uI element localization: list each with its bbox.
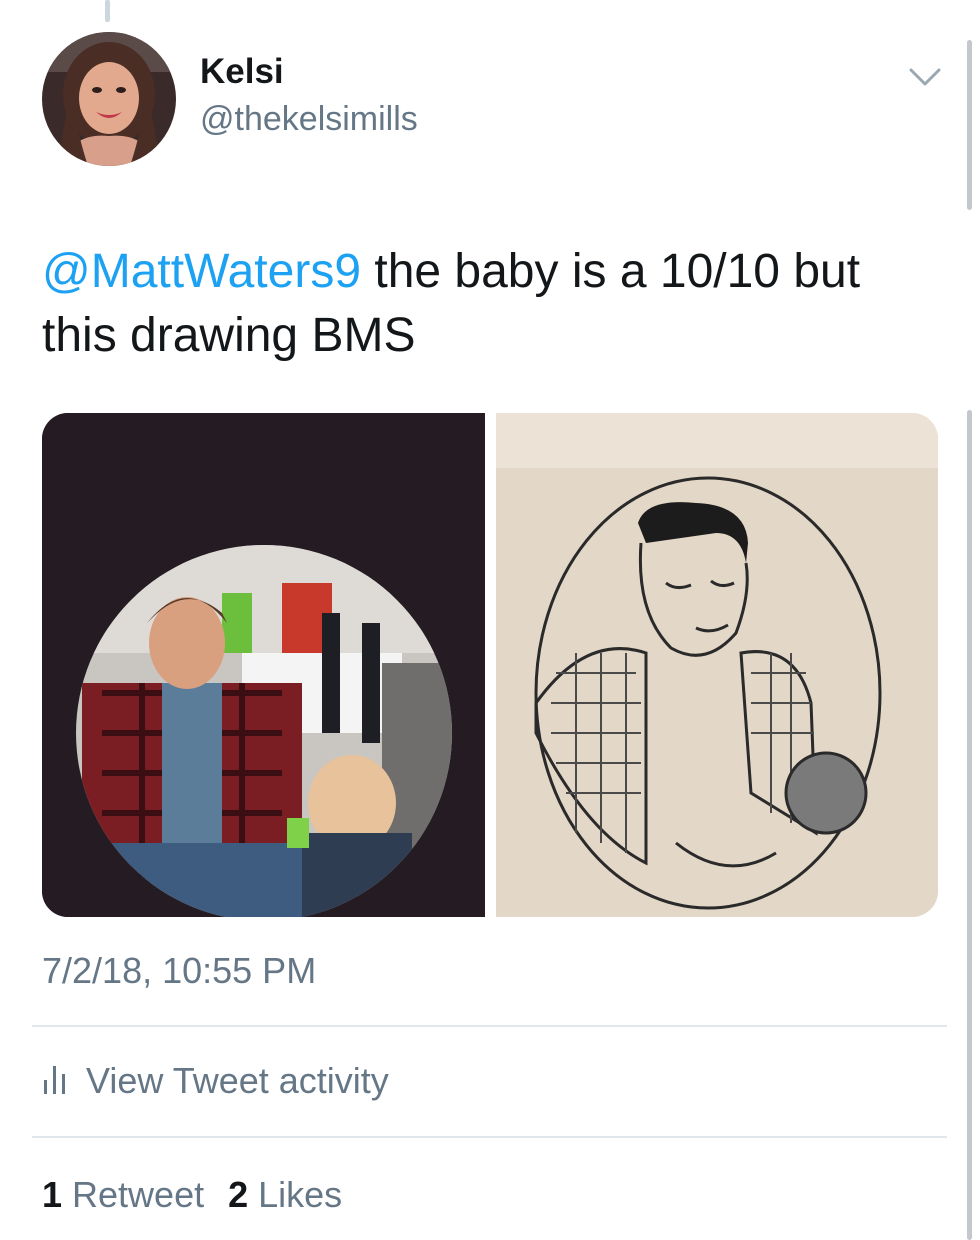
likes-stat[interactable]: 2 Likes bbox=[228, 1174, 342, 1216]
tweet-stats: 1 Retweet 2 Likes bbox=[42, 1174, 342, 1216]
scrollbar-top[interactable] bbox=[967, 40, 972, 210]
divider bbox=[32, 1025, 947, 1027]
tweet-text: @MattWaters9 the baby is a 10/10 but thi… bbox=[42, 240, 952, 368]
view-tweet-activity-link[interactable]: View Tweet activity bbox=[42, 1058, 389, 1104]
mention-link[interactable]: @MattWaters9 bbox=[42, 245, 361, 298]
divider bbox=[32, 1136, 947, 1138]
view-tweet-activity-label: View Tweet activity bbox=[86, 1060, 389, 1101]
profile-photo-icon bbox=[42, 32, 176, 166]
media-photo-2[interactable] bbox=[496, 413, 938, 917]
tweet-detail: Kelsi @thekelsimills @MattWaters9 the ba… bbox=[0, 0, 980, 1240]
tweet-text-line1: the baby is a 10/10 but bbox=[361, 245, 861, 298]
retweets-stat[interactable]: 1 Retweet bbox=[42, 1174, 204, 1216]
photo-man-with-baby-icon bbox=[42, 413, 485, 917]
tweet-text-line2: this drawing BMS bbox=[42, 309, 416, 362]
retweets-label: Retweet bbox=[72, 1174, 205, 1215]
avatar[interactable] bbox=[42, 32, 176, 166]
author-display-name[interactable]: Kelsi bbox=[200, 52, 284, 92]
tweet-timestamp: 7/2/18, 10:55 PM bbox=[42, 950, 317, 991]
retweets-count: 1 bbox=[42, 1174, 63, 1215]
scrollbar-bottom[interactable] bbox=[967, 410, 972, 1240]
thread-connector-line bbox=[105, 0, 110, 22]
media-photo-1[interactable] bbox=[42, 413, 485, 917]
chevron-down-icon[interactable] bbox=[905, 62, 945, 92]
likes-label: Likes bbox=[258, 1174, 343, 1215]
bar-chart-icon bbox=[42, 1062, 68, 1101]
likes-count: 2 bbox=[228, 1174, 249, 1215]
author-handle[interactable]: @thekelsimills bbox=[200, 100, 418, 139]
pencil-drawing-man-with-baby-icon bbox=[496, 413, 938, 917]
